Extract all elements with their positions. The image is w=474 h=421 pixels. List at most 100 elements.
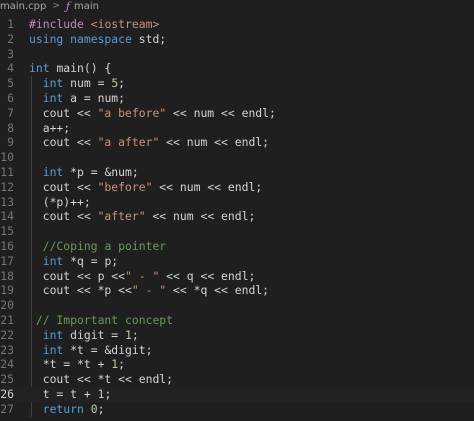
- line-number: 4: [7, 61, 14, 76]
- code-token: ;: [118, 357, 126, 372]
- code-token: << num << endl;: [166, 105, 276, 120]
- line-number: 22: [0, 327, 14, 342]
- code-text: int num = 5;: [29, 76, 125, 91]
- code-line[interactable]: 25 cout << *t << endl;: [0, 372, 474, 387]
- code-line[interactable]: 9 cout << "a after" << num << endl;: [0, 135, 474, 150]
- line-number: 16: [0, 239, 14, 253]
- line-number: 15: [0, 224, 14, 239]
- code-line[interactable]: 6 int a = num;: [0, 91, 474, 106]
- code-line[interactable]: 17 int *q = p;: [0, 254, 474, 269]
- code-line[interactable]: 21 // Important concept: [0, 313, 474, 328]
- function-icon: ƒ: [65, 0, 70, 13]
- line-number: 21: [0, 313, 14, 327]
- code-token: t = t +: [29, 387, 98, 401]
- code-text: int *t = &digit;: [29, 343, 153, 358]
- code-line[interactable]: 16 //Coping a pointer: [0, 239, 474, 254]
- breadcrumb-symbol[interactable]: main: [74, 0, 99, 13]
- code-area[interactable]: 1 #include <iostream> 2 using namespace std…: [0, 13, 474, 421]
- code-token: cout << *p <<: [29, 283, 132, 298]
- code-token: cout << *t << endl;: [29, 372, 174, 387]
- code-line[interactable]: 13 (*p)++;: [0, 195, 474, 210]
- code-line[interactable]: 2 using namespace std;: [0, 32, 474, 47]
- code-token: *q = p;: [70, 253, 119, 268]
- line-number: 14: [0, 209, 14, 224]
- code-line[interactable]: 10: [0, 150, 474, 165]
- line-number: 17: [0, 253, 14, 268]
- code-token: ;: [118, 76, 126, 91]
- code-token: "a before": [97, 105, 167, 120]
- code-token: 1: [125, 327, 132, 342]
- breadcrumb-file[interactable]: main.cpp: [0, 0, 46, 13]
- code-line[interactable]: 11 int *p = &num;: [0, 165, 474, 180]
- code-line[interactable]: 18 cout << p <<" - " << q << endl;: [0, 269, 474, 284]
- code-token: "a after": [97, 135, 160, 150]
- code-token: 0: [90, 401, 98, 416]
- code-text: *t = *t + 1;: [29, 357, 125, 372]
- code-text: int *p = &num;: [29, 165, 139, 180]
- code-text: //Coping a pointer: [29, 239, 166, 254]
- line-number: 7: [7, 105, 14, 120]
- line-number: 5: [7, 76, 14, 91]
- code-token: int: [42, 253, 71, 268]
- code-line[interactable]: 5 int num = 5;: [0, 76, 474, 91]
- code-text: cout << "a after" << num << endl;: [29, 135, 269, 150]
- code-text: return 0;: [29, 401, 105, 417]
- code-text: int digit = 1;: [29, 328, 139, 343]
- breadcrumb: main.cpp > ƒ main: [0, 0, 474, 13]
- code-line[interactable]: 8 a++;: [0, 121, 474, 136]
- code-token: *t = *t +: [29, 357, 112, 372]
- code-line[interactable]: 27 return 0;: [0, 402, 474, 417]
- code-line[interactable]: 23 int *t = &digit;: [0, 343, 474, 358]
- line-number: 20: [0, 298, 14, 313]
- code-line[interactable]: 4 int main() {: [0, 61, 474, 76]
- code-line[interactable]: 15: [0, 224, 474, 239]
- line-number: 8: [7, 120, 14, 135]
- code-line[interactable]: 24 *t = *t + 1;: [0, 357, 474, 372]
- code-token: // Important concept: [35, 313, 174, 327]
- line-number: 24: [0, 357, 14, 372]
- code-token: int: [42, 327, 71, 342]
- code-token: <iostream>: [90, 17, 160, 31]
- line-number: 25: [0, 372, 14, 387]
- code-token: << num << endl;: [159, 135, 270, 150]
- code-token: num =: [70, 76, 112, 91]
- code-token: std;: [138, 31, 167, 46]
- code-line[interactable]: 12 cout << "before" << num << endl;: [0, 180, 474, 195]
- code-line[interactable]: 20: [0, 298, 474, 313]
- code-token: int: [42, 76, 71, 91]
- code-text: (*p)++;: [29, 195, 91, 210]
- line-number: 18: [0, 268, 14, 283]
- code-text: a++;: [29, 121, 70, 136]
- line-number: 3: [7, 46, 14, 61]
- code-token: cout <<: [29, 179, 98, 194]
- code-line[interactable]: 1 #include <iostream>: [0, 17, 474, 32]
- code-token: using namespace: [29, 31, 139, 46]
- code-token: << q << endl;: [159, 268, 256, 283]
- code-line[interactable]: 14 cout << "after" << num << endl;: [0, 209, 474, 224]
- code-text: cout << *p <<" - " << *q << endl;: [29, 283, 269, 298]
- code-line[interactable]: 26 t = t + 1;: [0, 387, 474, 402]
- code-token: "after": [97, 209, 146, 224]
- code-text: int *q = p;: [29, 254, 118, 269]
- code-token: cout <<: [29, 105, 98, 120]
- line-number: 9: [7, 135, 14, 150]
- code-token: cout <<: [29, 135, 98, 150]
- code-line[interactable]: 19 cout << *p <<" - " << *q << endl;: [0, 283, 474, 298]
- code-text: cout << p <<" - " << q << endl;: [29, 268, 256, 284]
- code-token: digit =: [70, 327, 126, 342]
- code-line[interactable]: 7 cout << "a before" << num << endl;: [0, 106, 474, 121]
- code-text: int main() {: [29, 61, 111, 76]
- code-token: (*p)++;: [29, 194, 91, 209]
- code-token: a++;: [29, 120, 71, 135]
- code-token: ;: [97, 401, 105, 416]
- code-line[interactable]: 3: [0, 47, 474, 62]
- code-text: int a = num;: [29, 91, 125, 106]
- code-editor[interactable]: main.cpp > ƒ main 1 #include <iostream> 2 u…: [0, 0, 474, 421]
- code-line[interactable]: 22 int digit = 1;: [0, 328, 474, 343]
- code-token: " - ": [131, 283, 167, 298]
- breadcrumb-separator: >: [52, 1, 60, 11]
